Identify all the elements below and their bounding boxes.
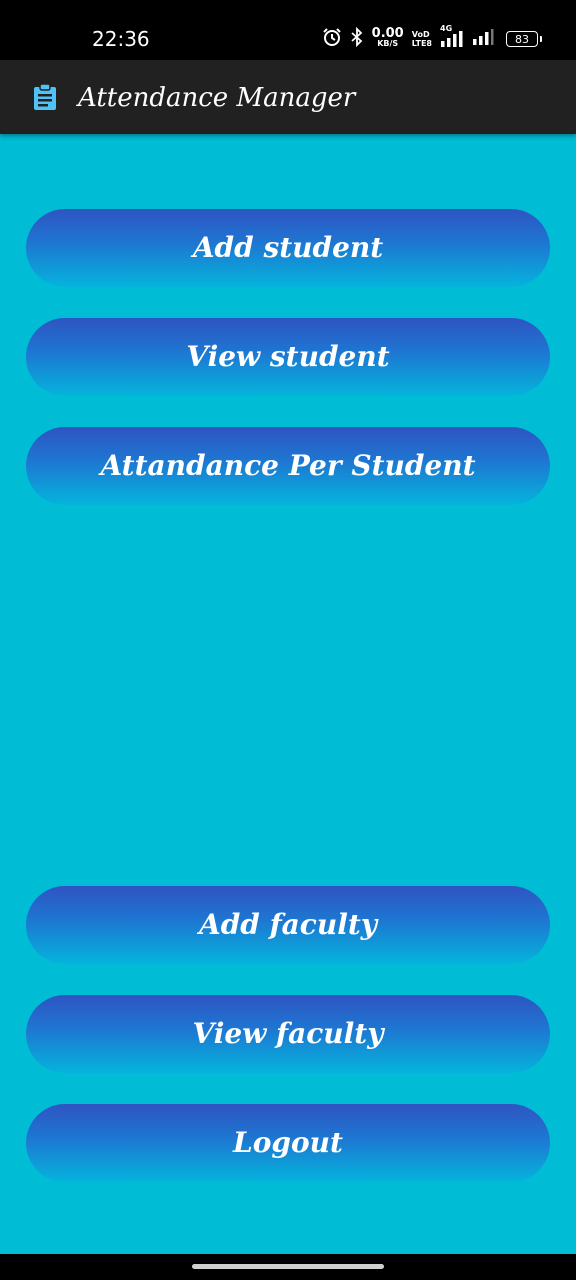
battery-level: 83 <box>515 32 529 46</box>
view-student-button[interactable]: View student <box>26 318 550 396</box>
bluetooth-icon <box>350 26 364 51</box>
status-bar: 22:36 0.00 KB/S VoD LTE8 4G 83 <box>0 0 576 60</box>
signal-icon: 4G <box>440 24 464 48</box>
navigation-bar <box>0 1254 576 1280</box>
logout-button[interactable]: Logout <box>26 1104 550 1182</box>
attendance-per-student-button[interactable]: Attandance Per Student <box>26 427 550 505</box>
signal-icon-2 <box>472 28 494 50</box>
status-icons: 0.00 KB/S VoD LTE8 4G 83 <box>322 24 542 51</box>
home-indicator[interactable] <box>192 1264 384 1269</box>
battery-icon: 83 <box>506 31 542 47</box>
view-faculty-button[interactable]: View faculty <box>26 995 550 1073</box>
app-bar: Attendance Manager <box>0 60 576 134</box>
volte-indicator: VoD LTE8 <box>411 30 432 48</box>
add-faculty-button[interactable]: Add faculty <box>26 886 550 964</box>
app-title: Attendance Manager <box>78 83 356 113</box>
clipboard-icon <box>33 83 57 110</box>
net-speed: 0.00 KB/S <box>371 26 404 48</box>
status-time: 22:36 <box>92 27 150 51</box>
add-student-button[interactable]: Add student <box>26 209 550 287</box>
alarm-icon <box>322 27 342 51</box>
